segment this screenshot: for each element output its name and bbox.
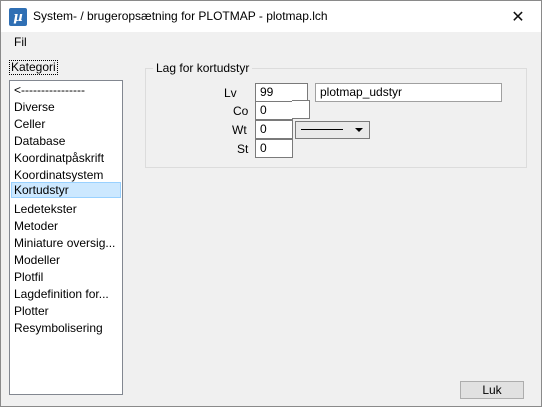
window-title: System- / brugeropsætning for PLOTMAP - … xyxy=(33,9,328,23)
category-item[interactable]: Plotfil xyxy=(11,269,121,285)
category-item[interactable]: Miniature oversig... xyxy=(11,235,121,251)
category-item-selected[interactable]: Kortudstyr xyxy=(11,182,121,198)
category-item[interactable]: Resymbolisering xyxy=(11,320,121,336)
close-dialog-button[interactable]: Luk xyxy=(460,381,524,399)
co-label: Co xyxy=(233,104,249,118)
category-item[interactable]: Lagdefinition for... xyxy=(11,286,121,302)
line-style-select[interactable] xyxy=(295,121,370,139)
wt-label: Wt xyxy=(232,123,247,137)
category-item[interactable]: Koordinatpåskrift xyxy=(11,150,121,166)
category-item[interactable]: Database xyxy=(11,133,121,149)
category-list[interactable]: <---------------- Diverse Celler Databas… xyxy=(9,80,123,395)
category-item[interactable]: Metoder xyxy=(11,218,121,234)
dialog-window: µ System- / brugeropsætning for PLOTMAP … xyxy=(0,0,542,407)
category-item[interactable]: Koordinatsystem xyxy=(11,167,121,183)
lv-label: Lv xyxy=(224,86,237,100)
menu-item-fil[interactable]: Fil xyxy=(14,35,27,49)
co-color-swatch[interactable] xyxy=(292,100,310,119)
st-input[interactable]: 0 xyxy=(255,139,293,158)
category-item[interactable]: Modeller xyxy=(11,252,121,268)
co-input[interactable]: 0 xyxy=(255,101,293,120)
title-bar: µ System- / brugeropsætning for PLOTMAP … xyxy=(1,1,541,32)
category-item[interactable]: Diverse xyxy=(11,99,121,115)
category-item[interactable]: Celler xyxy=(11,116,121,132)
lv-name-input[interactable]: plotmap_udstyr xyxy=(315,83,502,102)
close-button[interactable]: ✕ xyxy=(495,1,541,32)
groupbox-title: Lag for kortudstyr xyxy=(153,61,253,75)
category-item[interactable]: <---------------- xyxy=(11,82,121,98)
dropdown-arrow-icon xyxy=(355,128,363,132)
st-label: St xyxy=(237,142,249,156)
app-icon: µ xyxy=(9,8,27,26)
menu-bar: Fil xyxy=(1,32,541,52)
wt-input[interactable]: 0 xyxy=(255,120,293,139)
line-style-preview xyxy=(301,129,343,130)
category-item[interactable]: Plotter xyxy=(11,303,121,319)
category-item[interactable]: Ledetekster xyxy=(11,201,121,217)
category-label: Kategori xyxy=(9,60,58,75)
